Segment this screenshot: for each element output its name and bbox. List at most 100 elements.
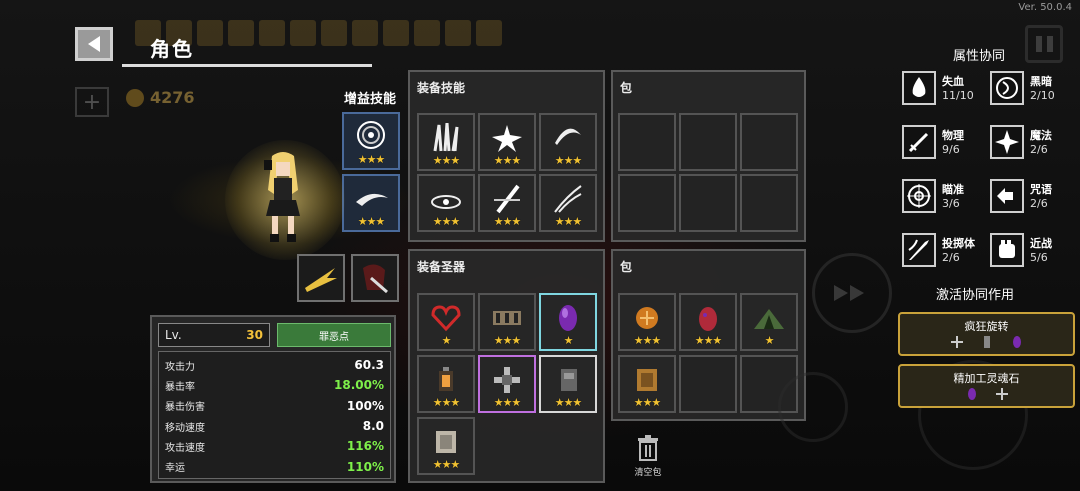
target-icon xyxy=(902,179,936,213)
pause-button[interactable] xyxy=(1025,25,1063,63)
synergy-name: 瞄准 xyxy=(942,183,964,196)
synergy-name: 物理 xyxy=(942,129,964,142)
spirit-stone-relic-icon xyxy=(561,368,577,391)
stat-value: 100% xyxy=(346,398,384,413)
synergy-name: 投掷体 xyxy=(942,237,975,250)
magic-star-icon xyxy=(990,125,1024,159)
synergy-item[interactable]: 近战 5/6 xyxy=(990,233,1070,269)
purple-gem-relic-icon xyxy=(559,304,577,331)
relic-slot[interactable]: ★★★ xyxy=(478,355,536,413)
star-rating: ★ xyxy=(441,334,452,347)
equipped-skills-panel: 装备技能 ★★★ ★★★ ★★★ ★★★ ★★★ ★★★ xyxy=(408,70,605,242)
accessory-slot[interactable] xyxy=(351,254,399,302)
synergy-item[interactable]: 物理 9/6 xyxy=(902,125,982,161)
synergy-item[interactable]: 黑暗 2/10 xyxy=(990,71,1070,107)
coin-icon xyxy=(126,88,144,107)
level-label: Lv. xyxy=(165,328,182,342)
synergy-name: 黑暗 xyxy=(1030,75,1052,88)
gold-value: 4276 xyxy=(150,88,195,107)
synergy-item[interactable]: 魔法 2/6 xyxy=(990,125,1070,161)
red-heart-relic-icon xyxy=(431,305,461,331)
version-label: Ver. 50.0.4 xyxy=(1018,2,1072,13)
relic-bag-panel: 包 ★★★ ★★★ ★ ★★★ xyxy=(611,249,806,421)
stat-label: 攻击力 xyxy=(165,361,195,373)
synergy-name: 咒语 xyxy=(1030,183,1052,196)
skill-slot[interactable]: ★★★ xyxy=(539,113,597,171)
skill-bag-title: 包 xyxy=(620,81,633,95)
dash-icon xyxy=(356,193,388,206)
buff-skill-slot[interactable]: ★★★ xyxy=(342,174,400,232)
stat-row: 攻击力 60.3 xyxy=(165,355,384,375)
star-rating: ★★★ xyxy=(357,153,386,166)
relic-slot[interactable]: ★★★ xyxy=(539,355,597,413)
skill-slot[interactable]: ★★★ xyxy=(478,113,536,171)
synergy-count: 2/10 xyxy=(1030,89,1055,102)
synergy-count: 2/6 xyxy=(1030,197,1048,210)
crate-relic-icon xyxy=(436,430,456,453)
bag-slot[interactable]: ★★★ xyxy=(618,355,676,413)
active-synergy-name: 精加工灵魂石 xyxy=(953,372,1020,385)
lantern-relic-icon xyxy=(439,366,453,391)
synergy-item[interactable]: 咒语 2/6 xyxy=(990,179,1070,215)
relic-slot[interactable]: ★★★ xyxy=(478,293,536,351)
dash-button[interactable] xyxy=(812,253,892,333)
active-synergy-card[interactable]: 精加工灵魂石 xyxy=(898,364,1075,408)
weapon-slot[interactable] xyxy=(297,254,345,302)
projectile-icon xyxy=(902,233,936,267)
star-rating: ★★★ xyxy=(554,396,583,409)
relic-slot[interactable]: ★ xyxy=(417,293,475,351)
stat-row: 移动速度 8.0 xyxy=(165,416,384,436)
stat-row: 暴击率 18.00% xyxy=(165,375,384,395)
bag-slot[interactable]: ★★★ xyxy=(618,293,676,351)
skill-slot[interactable]: ★★★ xyxy=(478,174,536,232)
stat-row: 幸运 110% xyxy=(165,456,384,476)
sin-points-button[interactable]: 罪恶点 xyxy=(277,323,391,347)
bag-slot[interactable] xyxy=(679,355,737,413)
buff-skill-slot[interactable]: ★★★ xyxy=(342,112,400,170)
synergy-count: 2/6 xyxy=(942,251,960,264)
active-synergy-card[interactable]: 疯狂旋转 xyxy=(898,312,1075,356)
bag-slot[interactable]: ★ xyxy=(740,293,798,351)
skill-slot[interactable]: ★★★ xyxy=(417,113,475,171)
relic-slot[interactable]: ★★★ xyxy=(417,417,475,475)
spirit-stone-relic-icon xyxy=(983,336,990,348)
bag-slot[interactable]: ★★★ xyxy=(679,293,737,351)
stat-label: 暴击伤害 xyxy=(165,402,205,414)
synergy-name: 失血 xyxy=(942,75,964,88)
title-underline xyxy=(122,64,372,67)
clear-bag-button[interactable]: 清空包 xyxy=(630,435,666,478)
synergy-item[interactable]: 失血 11/10 xyxy=(902,71,982,107)
back-arrow-icon xyxy=(88,36,100,52)
crosshair-relic-icon xyxy=(950,336,963,348)
synergy-count: 3/6 xyxy=(942,197,960,210)
stat-value: 116% xyxy=(346,439,384,454)
star-rating: ★★★ xyxy=(432,154,461,167)
lightning-bow-icon xyxy=(305,268,337,292)
bag-slot[interactable] xyxy=(679,174,737,232)
level-value: 30 xyxy=(246,328,263,342)
skill-slot[interactable]: ★★★ xyxy=(417,174,475,232)
buff-skills-title: 增益技能 xyxy=(344,92,397,107)
star-rating: ★★★ xyxy=(633,334,662,347)
relic-slot[interactable]: ★★★ xyxy=(417,355,475,413)
dark-claw-icon xyxy=(363,264,388,294)
synergy-item[interactable]: 投掷体 2/6 xyxy=(902,233,982,269)
stat-label: 暴击率 xyxy=(165,381,195,393)
stat-value: 60.3 xyxy=(354,358,384,373)
stats-panel: Lv. 30 罪恶点 攻击力 60.3 暴击率 18.00% 暴击伤害 100% 移动速度 8… xyxy=(150,315,396,483)
skill-button[interactable] xyxy=(778,372,848,442)
synergy-item[interactable]: 瞄准 3/6 xyxy=(902,179,982,215)
synergy-count: 9/6 xyxy=(942,143,960,156)
synergy-count: 5/6 xyxy=(1030,251,1048,264)
sword-icon xyxy=(902,125,936,159)
bag-slot[interactable] xyxy=(618,174,676,232)
skill-slot[interactable]: ★★★ xyxy=(539,174,597,232)
bag-slot[interactable] xyxy=(618,113,676,171)
back-button[interactable] xyxy=(75,27,113,61)
star-rating: ★★★ xyxy=(432,215,461,228)
bag-slot[interactable] xyxy=(740,113,798,171)
bag-slot[interactable] xyxy=(679,113,737,171)
add-button[interactable]: + xyxy=(75,87,109,117)
bag-slot[interactable] xyxy=(740,174,798,232)
relic-slot[interactable]: ★ xyxy=(539,293,597,351)
